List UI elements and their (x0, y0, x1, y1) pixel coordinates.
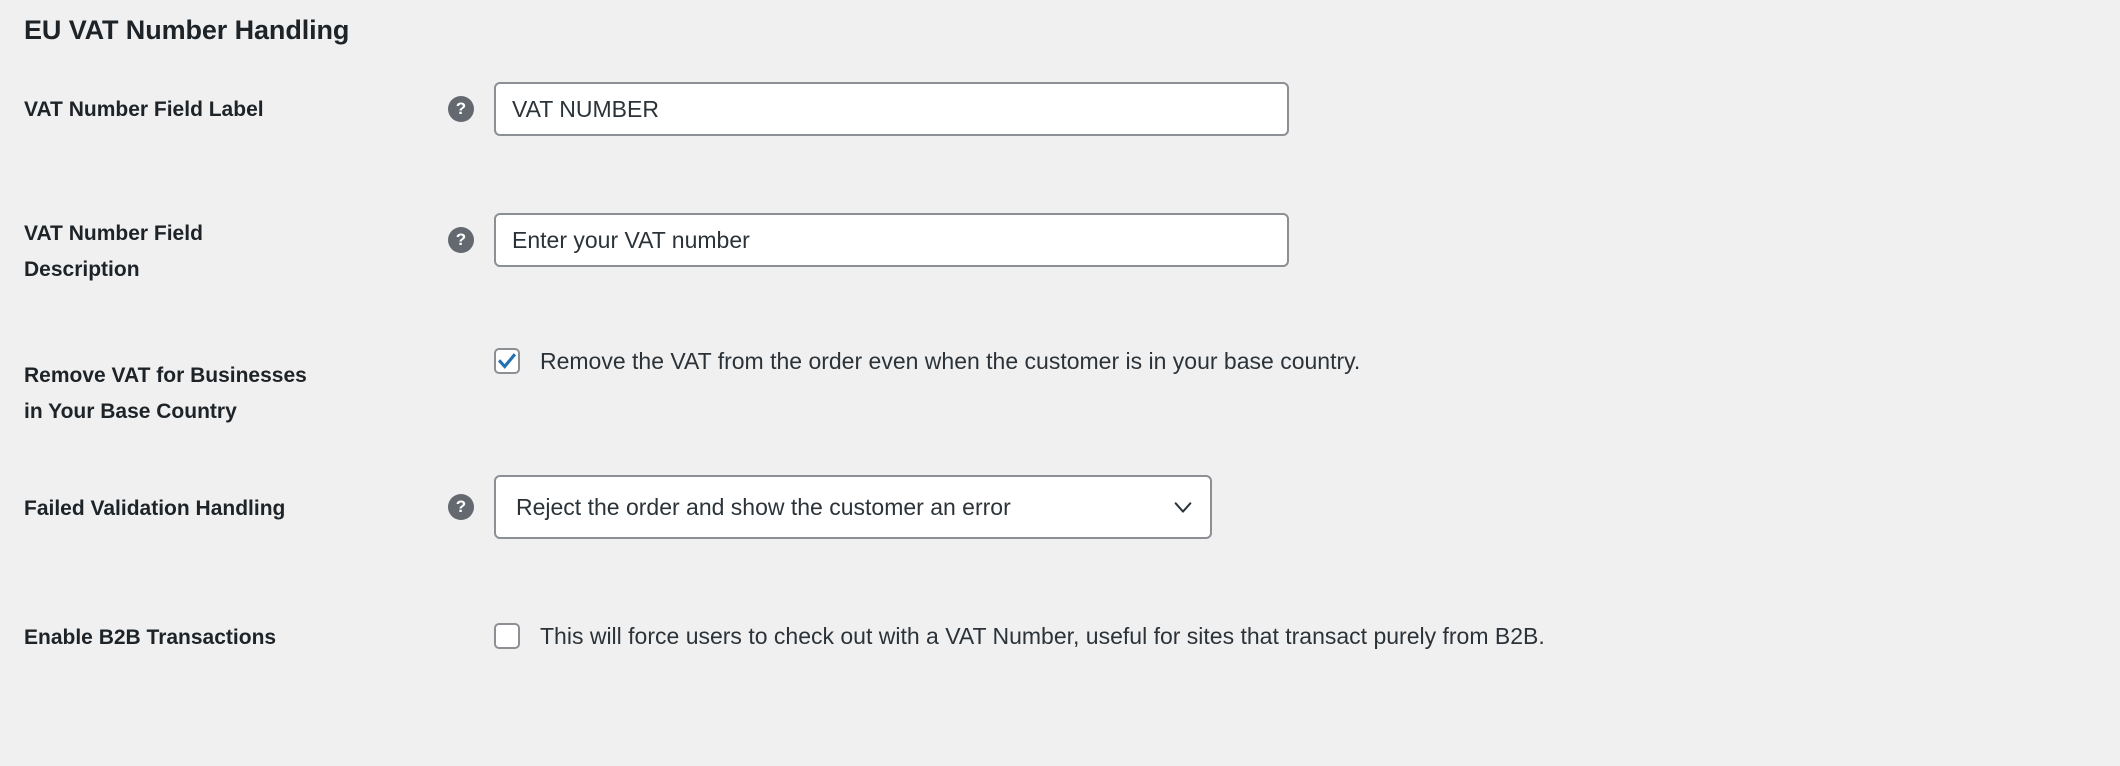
help-icon[interactable]: ? (448, 494, 474, 520)
vat-number-field-label-input[interactable] (494, 82, 1289, 136)
page-title: EU VAT Number Handling (24, 15, 350, 45)
row-enable-b2b-transactions: Enable B2B Transactions This will force … (0, 596, 2120, 696)
help-cell-vat-number-field-label: ? (420, 70, 494, 148)
settings-form-table: VAT Number Field Label ? VAT Number Fiel… (0, 70, 2120, 696)
help-icon[interactable]: ? (448, 227, 474, 253)
settings-panel: EU VAT Number Handling VAT Number Field … (0, 0, 2120, 766)
checkbox-unchecked-box[interactable] (494, 623, 520, 649)
help-cell-failed-validation-handling: ? (420, 461, 494, 553)
help-cell-enable-b2b-transactions (420, 596, 494, 676)
field-cell-failed-validation-handling: Reject the order and show the customer a… (494, 461, 2120, 553)
failed-validation-handling-select[interactable]: Reject the order and show the customer a… (494, 475, 1212, 539)
label-vat-number-field-description: VAT Number Field Description (0, 180, 420, 288)
label-line-2: in Your Base Country (24, 400, 237, 423)
label-enable-b2b-transactions: Enable B2B Transactions (24, 626, 277, 649)
label-failed-validation-handling: Failed Validation Handling (24, 497, 286, 520)
field-cell-vat-number-field-description (494, 180, 2120, 300)
help-icon[interactable]: ? (448, 96, 474, 122)
checkmark-icon (497, 353, 517, 369)
field-cell-enable-b2b-transactions: This will force users to check out with … (494, 596, 2120, 676)
label-vat-number-field-label: VAT Number Field Label (24, 98, 264, 121)
row-vat-number-field-description: VAT Number Field Description ? (0, 180, 2120, 306)
help-cell-remove-vat-base-country (420, 306, 494, 416)
label-line-1: Remove VAT for Businesses (24, 364, 307, 387)
checkbox-remove-vat-base-country[interactable]: Remove the VAT from the order even when … (494, 346, 1360, 376)
checkbox-label-enable-b2b-transactions[interactable]: This will force users to check out with … (540, 621, 1545, 651)
checkbox-enable-b2b-transactions[interactable]: This will force users to check out with … (494, 621, 1545, 651)
checkbox-checked-box[interactable] (494, 348, 520, 374)
help-cell-vat-number-field-description: ? (420, 180, 494, 300)
failed-validation-handling-select-wrap: Reject the order and show the customer a… (494, 475, 1212, 539)
vat-number-field-description-input[interactable] (494, 213, 1289, 267)
row-vat-number-field-label: VAT Number Field Label ? (0, 70, 2120, 180)
label-line-2: Description (24, 258, 140, 281)
checkbox-label-remove-vat-base-country[interactable]: Remove the VAT from the order even when … (540, 346, 1360, 376)
label-line-1: VAT Number Field (24, 222, 203, 245)
row-remove-vat-base-country: Remove VAT for Businesses in Your Base C… (0, 306, 2120, 461)
label-remove-vat-base-country: Remove VAT for Businesses in Your Base C… (0, 306, 420, 430)
field-cell-remove-vat-base-country: Remove the VAT from the order even when … (494, 306, 2120, 416)
row-failed-validation-handling: Failed Validation Handling ? Reject the … (0, 461, 2120, 596)
field-cell-vat-number-field-label (494, 70, 2120, 148)
